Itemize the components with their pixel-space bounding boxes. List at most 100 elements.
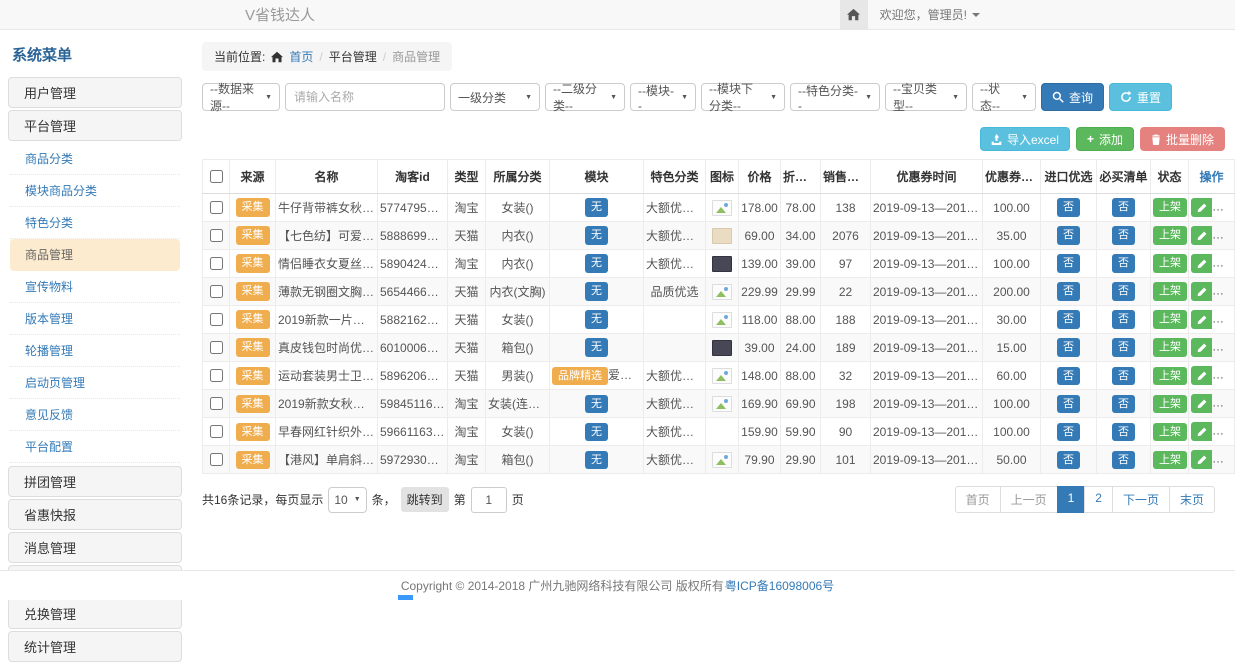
pager-item-1[interactable]: 1 [1057,486,1086,513]
must-buy-badge[interactable]: 否 [1112,338,1135,356]
import-select-badge[interactable]: 否 [1057,198,1080,216]
import-excel-button[interactable]: 导入excel [980,127,1070,151]
must-buy-badge[interactable]: 否 [1112,310,1135,328]
status-badge[interactable]: 上架 [1153,338,1187,356]
must-buy-badge[interactable]: 否 [1112,367,1135,385]
pager-item-首页[interactable]: 首页 [955,486,1001,513]
breadcrumb-home-link[interactable]: 首页 [289,48,313,65]
sidebar-item[interactable]: 宣传物料 [10,271,180,303]
sidebar-group-1[interactable]: 平台管理 [8,110,182,141]
sidebar-item[interactable]: 商品管理 [10,239,180,271]
status-select[interactable]: --状态--▼ [972,83,1036,111]
sidebar-group-7[interactable]: 统计管理 [8,631,182,662]
edit-button[interactable] [1191,366,1212,385]
sidebar-item[interactable]: 平台配置 [10,431,180,463]
row-checkbox[interactable] [210,313,223,326]
sidebar-item[interactable]: 启动页管理 [10,367,180,399]
status-badge[interactable]: 上架 [1153,395,1187,413]
status-badge[interactable]: 上架 [1153,254,1187,272]
product-type: 淘宝 [448,418,486,446]
name-input[interactable] [285,83,445,111]
sidebar-item[interactable]: 意见反馈 [10,399,180,431]
add-button[interactable]: + 添加 [1076,127,1134,151]
row-checkbox[interactable] [210,257,223,270]
data-source-select[interactable]: --数据来源--▼ [202,83,280,111]
edit-button[interactable] [1191,394,1212,413]
row-checkbox[interactable] [210,229,223,242]
pager-item-末页[interactable]: 末页 [1169,486,1215,513]
row-checkbox[interactable] [210,341,223,354]
import-select-badge[interactable]: 否 [1057,395,1080,413]
sidebar-item[interactable]: 模块商品分类 [10,175,180,207]
import-select-badge[interactable]: 否 [1057,367,1080,385]
edit-button[interactable] [1191,450,1212,469]
col-discount-price: 折后价 [781,160,821,194]
edit-button[interactable] [1191,282,1212,301]
module-select[interactable]: --模块--▼ [630,83,696,111]
level1-category-select[interactable]: 一级分类▼ [450,83,540,111]
row-checkbox[interactable] [210,285,223,298]
must-buy-badge[interactable]: 否 [1112,198,1135,216]
item-type-select[interactable]: --宝贝类型--▼ [885,83,967,111]
level2-category-select[interactable]: --二级分类--▼ [545,83,625,111]
row-checkbox[interactable] [210,369,223,382]
must-buy-badge[interactable]: 否 [1112,282,1135,300]
sidebar-group-3[interactable]: 省惠快报 [8,499,182,530]
jump-button[interactable]: 跳转到 [401,487,449,512]
must-buy-badge[interactable]: 否 [1112,226,1135,244]
must-buy-badge[interactable]: 否 [1112,254,1135,272]
jump-suffix: 页 [512,491,524,508]
jump-page-input[interactable] [471,487,507,513]
must-buy-badge[interactable]: 否 [1112,423,1135,441]
status-badge[interactable]: 上架 [1153,282,1187,300]
import-select-badge[interactable]: 否 [1057,310,1080,328]
must-buy-badge[interactable]: 否 [1112,451,1135,469]
status-badge[interactable]: 上架 [1153,226,1187,244]
search-button[interactable]: 查询 [1041,83,1104,111]
import-select-badge[interactable]: 否 [1057,338,1080,356]
edit-button[interactable] [1191,310,1212,329]
module-subcategory-select[interactable]: --模块下分类--▼ [701,83,785,111]
icp-link[interactable]: 粤ICP备16098006号 [725,577,834,594]
reset-button[interactable]: 重置 [1109,83,1172,111]
sidebar-group-2[interactable]: 拼团管理 [8,466,182,497]
coupon-time: 2019-09-13—2019-09-17 [871,278,983,306]
home-button[interactable] [840,0,868,29]
pager-item-上一页[interactable]: 上一页 [1000,486,1058,513]
row-checkbox[interactable] [210,425,223,438]
batch-delete-button[interactable]: 批量删除 [1140,127,1225,151]
sidebar-item[interactable]: 轮播管理 [10,335,180,367]
sidebar-item[interactable]: 特色分类 [10,207,180,239]
sidebar-group-4[interactable]: 消息管理 [8,532,182,563]
price: 169.90 [739,390,781,418]
import-select-badge[interactable]: 否 [1057,226,1080,244]
import-select-badge[interactable]: 否 [1057,451,1080,469]
import-select-badge[interactable]: 否 [1057,423,1080,441]
edit-button[interactable] [1191,422,1212,441]
status-badge[interactable]: 上架 [1153,423,1187,441]
sidebar-group-6[interactable]: 兑换管理 [8,598,182,629]
edit-button[interactable] [1191,198,1212,217]
edit-button[interactable] [1191,338,1212,357]
row-checkbox[interactable] [210,453,223,466]
status-badge[interactable]: 上架 [1153,451,1187,469]
pager-item-下一页[interactable]: 下一页 [1112,486,1170,513]
select-all-checkbox[interactable] [210,170,223,183]
status-badge[interactable]: 上架 [1153,310,1187,328]
sidebar-group-0[interactable]: 用户管理 [8,77,182,108]
row-checkbox[interactable] [210,397,223,410]
user-menu-button[interactable]: 欢迎您，管理员! [868,0,992,29]
row-checkbox[interactable] [210,201,223,214]
import-select-badge[interactable]: 否 [1057,254,1080,272]
status-badge[interactable]: 上架 [1153,198,1187,216]
must-buy-badge[interactable]: 否 [1112,395,1135,413]
feature-category-select[interactable]: --特色分类--▼ [790,83,880,111]
sidebar-item[interactable]: 版本管理 [10,303,180,335]
edit-button[interactable] [1191,226,1212,245]
status-badge[interactable]: 上架 [1153,367,1187,385]
sidebar-item[interactable]: 商品分类 [10,143,180,175]
import-select-badge[interactable]: 否 [1057,282,1080,300]
edit-button[interactable] [1191,254,1212,273]
per-page-select[interactable]: 10▼ [328,487,366,513]
pager-item-2[interactable]: 2 [1084,486,1113,513]
